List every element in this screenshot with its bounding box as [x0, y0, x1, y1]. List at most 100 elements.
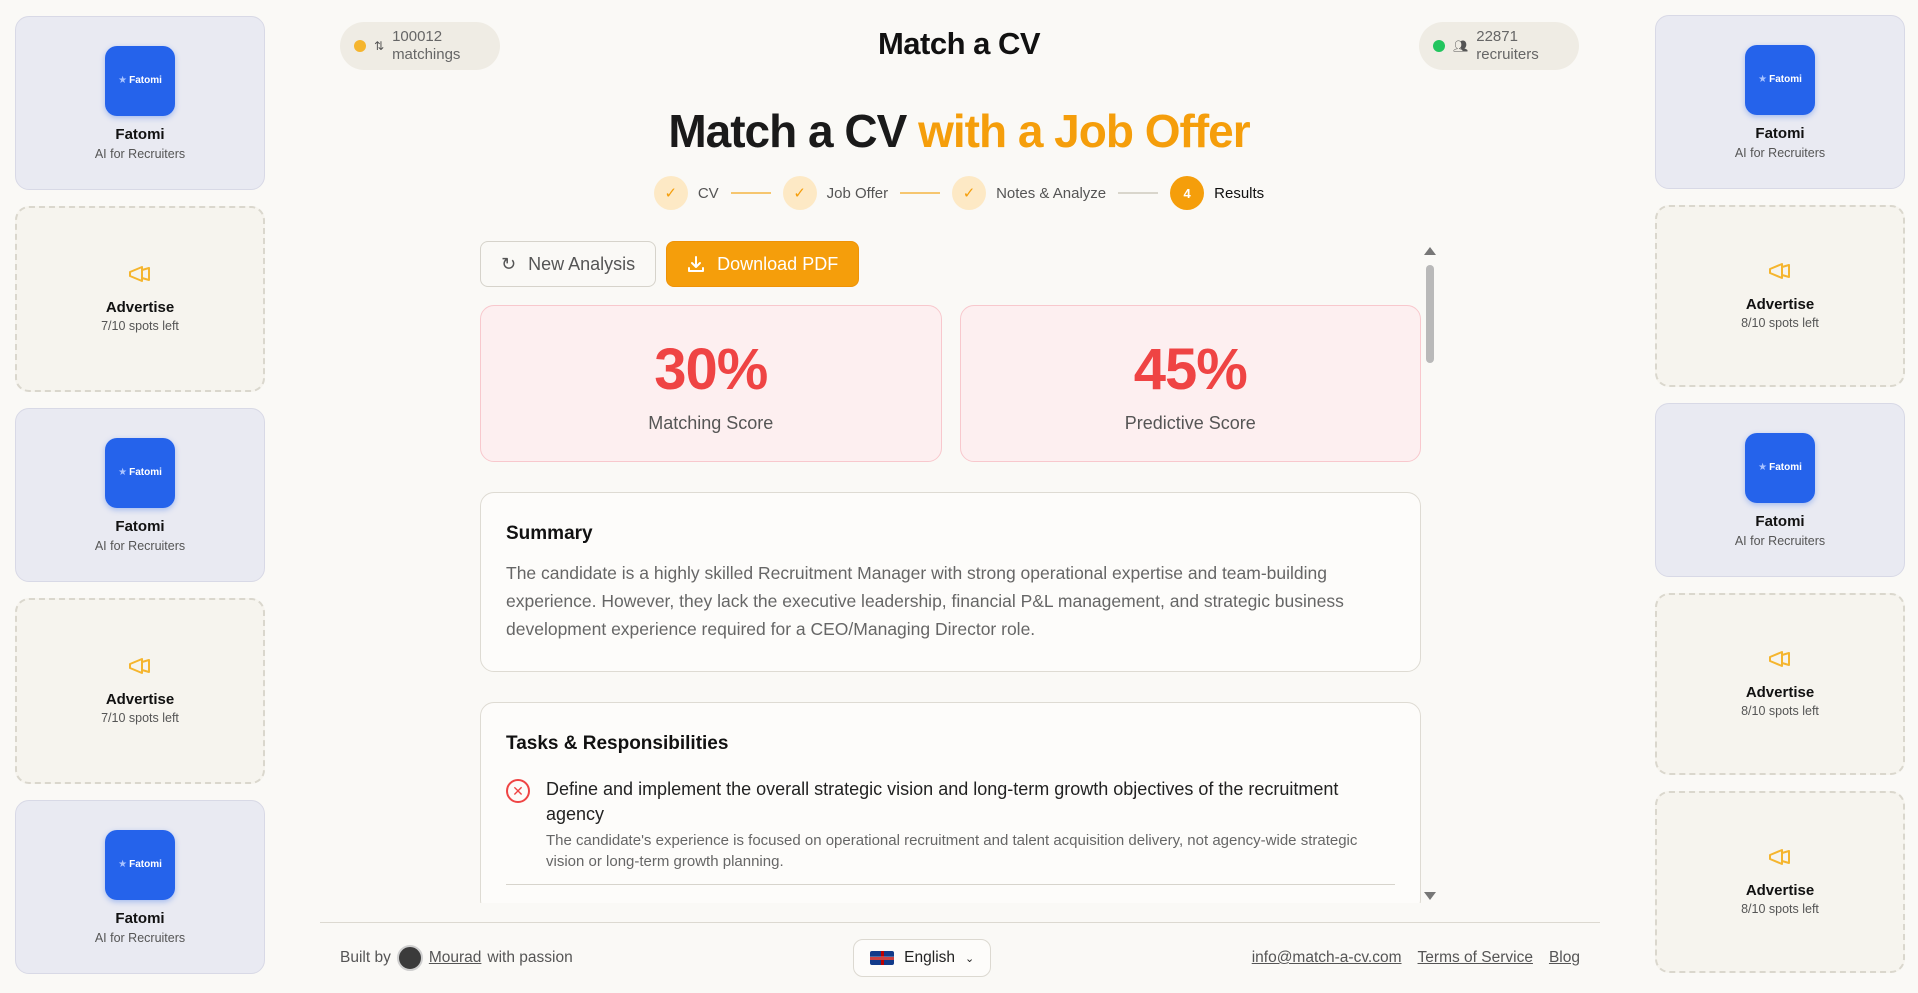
- download-pdf-button[interactable]: Download PDF: [666, 241, 860, 287]
- scroll-thumb[interactable]: [1426, 265, 1434, 363]
- sponsor-tagline: AI for Recruiters: [1734, 533, 1826, 548]
- step-number: 4: [1170, 176, 1205, 210]
- advertise-title: Advertise: [1745, 882, 1815, 899]
- download-icon: [688, 256, 705, 272]
- megaphone-icon: [1769, 849, 1790, 865]
- sponsor-name: Fatomi: [1755, 512, 1805, 530]
- advertise-spots: 8/10 spots left: [1741, 704, 1819, 718]
- chevron-down-icon: ⌄: [965, 952, 975, 965]
- advertise-slot[interactable]: Advertise 7/10 spots left: [15, 206, 265, 392]
- advertise-slot[interactable]: Advertise 8/10 spots left: [1655, 593, 1905, 775]
- title-main: Match a CV: [668, 105, 907, 157]
- results-scrollbar[interactable]: [1424, 245, 1436, 900]
- task-title: Define and implement the overall strateg…: [546, 779, 1339, 825]
- predictive-score-card: 45% Predictive Score: [959, 305, 1421, 462]
- star-icon: ★: [118, 859, 128, 870]
- advertise-spots: 8/10 spots left: [1741, 902, 1819, 916]
- advertise-title: Advertise: [1745, 296, 1815, 313]
- right-ad-column: ★ Fatomi Fatomi AI for Recruiters Adverti…: [1655, 15, 1905, 973]
- megaphone-icon: [1769, 651, 1790, 667]
- sponsor-logo: ★ Fatomi: [1745, 432, 1815, 503]
- x-circle-icon: ✕: [506, 779, 530, 803]
- scroll-down-arrow[interactable]: [1424, 892, 1436, 900]
- check-icon: ✓: [782, 176, 817, 210]
- sponsor-tagline: AI for Recruiters: [94, 930, 186, 945]
- sponsor-card[interactable]: ★ Fatomi Fatomi AI for Recruiters: [1655, 403, 1905, 577]
- megaphone-icon: [129, 266, 150, 282]
- star-icon: ★: [1758, 74, 1768, 85]
- tasks-card: Tasks & Responsibilities ✕ Define and im…: [480, 702, 1421, 903]
- sponsor-logo: ★ Fatomi: [105, 437, 175, 508]
- online-dot: [1433, 40, 1445, 52]
- advertise-title: Advertise: [1745, 684, 1815, 701]
- new-analysis-button[interactable]: ↻ New Analysis: [480, 241, 657, 287]
- task-description: The candidate's experience is focused on…: [546, 832, 1358, 870]
- action-bar: ↻ New Analysis Download PDF: [480, 241, 1421, 287]
- scroll-up-arrow[interactable]: [1424, 247, 1436, 255]
- sponsor-card[interactable]: ★ Fatomi Fatomi AI for Recruiters: [15, 408, 265, 582]
- step-label: Job Offer: [826, 184, 889, 202]
- language-selector[interactable]: English ⌄: [853, 939, 992, 977]
- sponsor-name: Fatomi: [115, 517, 165, 535]
- summary-heading: Summary: [506, 523, 593, 544]
- step-cv[interactable]: ✓ CV: [653, 176, 719, 210]
- step-label: Notes & Analyze: [996, 184, 1107, 202]
- star-icon: ★: [118, 75, 128, 86]
- task-item: ✕ Define and implement the overall strat…: [506, 777, 1395, 885]
- advertise-title: Advertise: [105, 691, 175, 708]
- megaphone-icon: [129, 658, 150, 674]
- left-ad-column: ★ Fatomi Fatomi AI for Recruiters Adverti…: [15, 16, 265, 974]
- step-notes-analyze[interactable]: ✓ Notes & Analyze: [952, 176, 1106, 210]
- footer: Built by Mourad with passion English ⌄ i…: [340, 938, 1580, 978]
- star-icon: ★: [118, 467, 128, 478]
- site-title[interactable]: Match a CV: [0, 26, 1918, 62]
- footer-links: info@match-a-cv.com Terms of Service Blo…: [1252, 949, 1580, 967]
- progress-stepper: ✓ CV ✓ Job Offer ✓ Notes & Analyze 4 Res…: [0, 176, 1918, 210]
- summary-text: The candidate is a highly skilled Recrui…: [506, 563, 1344, 639]
- tasks-heading: Tasks & Responsibilities: [506, 733, 729, 754]
- step-label: CV: [697, 184, 719, 202]
- advertise-slot[interactable]: Advertise 8/10 spots left: [1655, 205, 1905, 387]
- advertise-slot[interactable]: Advertise 8/10 spots left: [1655, 791, 1905, 973]
- score-cards: 30% Matching Score 45% Predictive Score: [480, 305, 1421, 462]
- sponsor-card[interactable]: ★ Fatomi Fatomi AI for Recruiters: [15, 800, 265, 974]
- advertise-title: Advertise: [105, 299, 175, 316]
- matching-score-card: 30% Matching Score: [480, 305, 942, 462]
- page-title: Match a CV with a Job Offer: [0, 104, 1918, 158]
- matching-score-value: 30%: [654, 337, 768, 402]
- recruiters-counter: 👥︎ 22871 recruiters: [1419, 22, 1579, 70]
- refresh-icon: ↻: [501, 253, 517, 274]
- title-accent: with a Job Offer: [918, 105, 1251, 157]
- check-icon: ✓: [952, 176, 987, 210]
- users-icon: 👥︎: [1453, 38, 1469, 53]
- advertise-slot[interactable]: Advertise 7/10 spots left: [15, 598, 265, 784]
- uk-flag-icon: [870, 951, 895, 965]
- sponsor-name: Fatomi: [115, 909, 165, 927]
- step-label: Results: [1214, 184, 1265, 202]
- advertise-spots: 8/10 spots left: [1741, 316, 1819, 330]
- email-link[interactable]: info@match-a-cv.com: [1252, 949, 1402, 967]
- star-icon: ★: [1758, 462, 1768, 473]
- step-results[interactable]: 4 Results: [1170, 176, 1264, 210]
- step-job-offer[interactable]: ✓ Job Offer: [782, 176, 889, 210]
- author-link[interactable]: Mourad: [429, 949, 482, 967]
- predictive-score-value: 45%: [1133, 337, 1248, 402]
- blog-link[interactable]: Blog: [1549, 949, 1580, 967]
- terms-link[interactable]: Terms of Service: [1418, 949, 1533, 967]
- step-connector: [900, 192, 941, 194]
- check-icon: ✓: [653, 176, 688, 210]
- avatar: [396, 945, 423, 971]
- step-connector: [730, 192, 771, 194]
- matching-score-label: Matching Score: [648, 413, 774, 433]
- sponsor-tagline: AI for Recruiters: [94, 538, 186, 553]
- built-by: Built by Mourad with passion: [340, 945, 573, 971]
- predictive-score-label: Predictive Score: [1124, 413, 1256, 433]
- language-label: English: [904, 949, 956, 966]
- results-panel[interactable]: ↻ New Analysis Download PDF 30% Matching…: [480, 241, 1421, 903]
- footer-divider: [320, 922, 1600, 923]
- recruiters-count: 22871: [1476, 28, 1518, 45]
- step-connector: [1118, 192, 1159, 194]
- advertise-spots: 7/10 spots left: [101, 319, 179, 333]
- sponsor-logo: ★ Fatomi: [105, 829, 175, 900]
- megaphone-icon: [1769, 263, 1790, 279]
